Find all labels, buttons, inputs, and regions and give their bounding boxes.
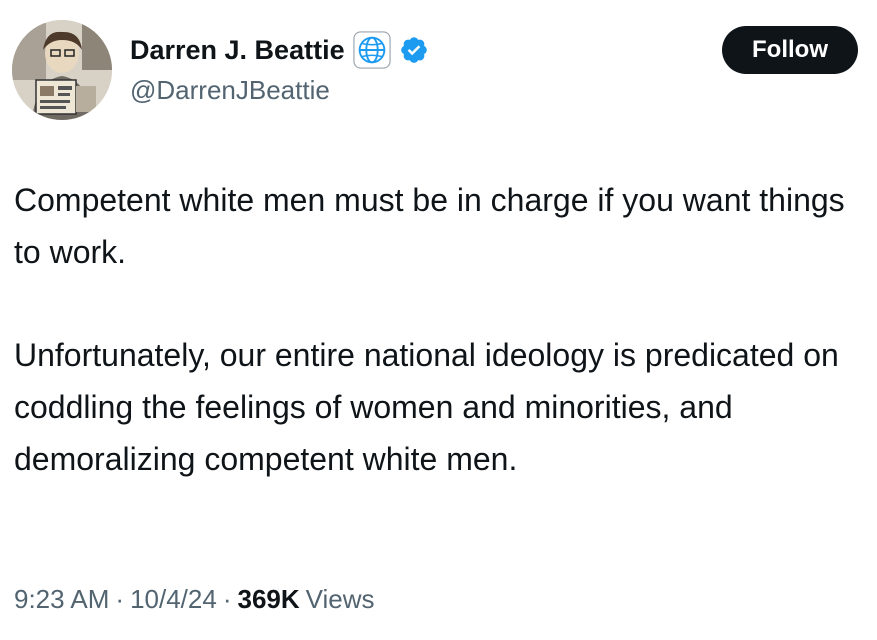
tweet-meta: 9:23 AM · 10/4/24 · 369K Views [14,584,375,615]
views-label: Views [305,584,375,614]
tweet-time[interactable]: 9:23 AM [14,584,109,615]
follow-button[interactable]: Follow [722,26,858,74]
avatar-image [12,20,112,120]
author-name-row: Darren J. Beattie [130,30,429,70]
author-handle[interactable]: @DarrenJBeattie [130,75,330,106]
author-display-name[interactable]: Darren J. Beattie [130,35,345,66]
meta-separator: · [115,584,125,614]
tweet-paragraph-2: Unfortunately, our entire national ideol… [14,337,839,477]
globe-icon[interactable] [352,31,391,69]
tweet-date[interactable]: 10/4/24 [130,584,217,615]
meta-separator: · [222,584,232,614]
verified-badge-icon[interactable] [399,35,429,65]
tweet-paragraph-1: Competent white men must be in charge if… [14,182,845,270]
views-count[interactable]: 369K [238,584,300,615]
tweet: Darren J. Beattie @DarrenJBeattie Follow… [0,0,877,640]
avatar[interactable] [12,20,112,120]
